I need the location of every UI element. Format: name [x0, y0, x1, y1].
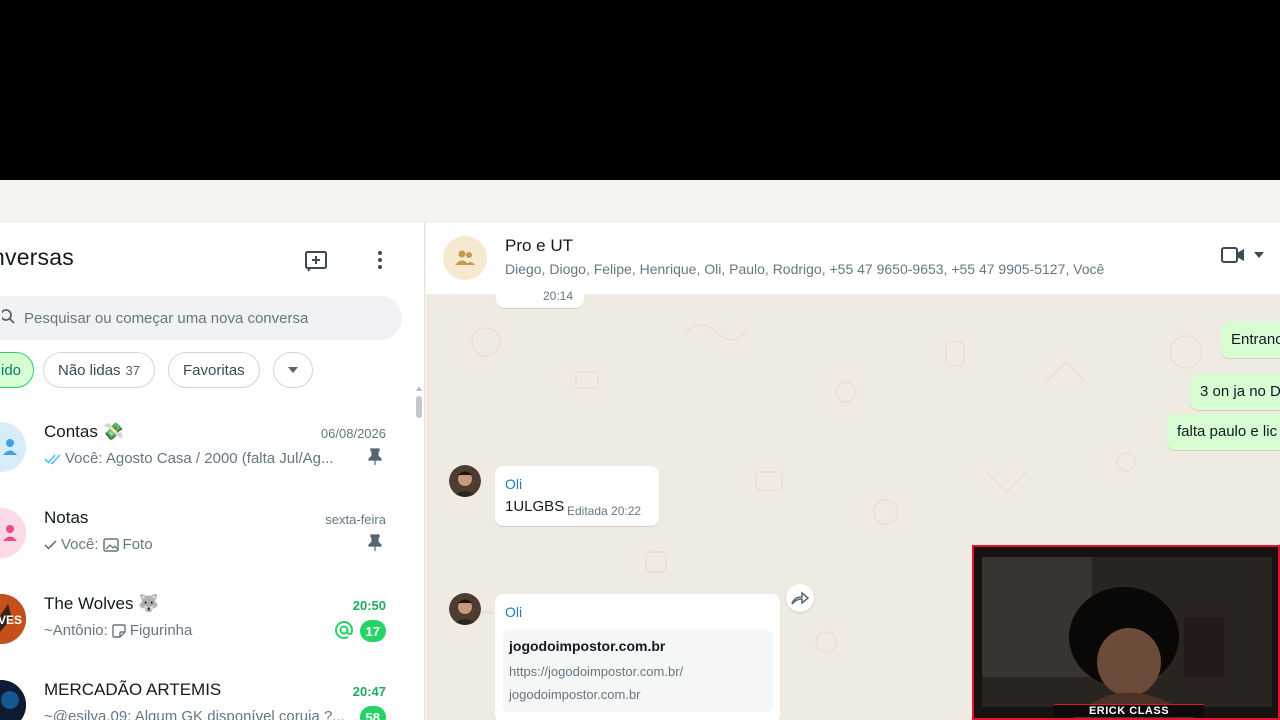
group-icon — [455, 250, 475, 265]
filter-label: ido — [1, 361, 22, 379]
search-input[interactable] — [24, 296, 384, 340]
message-bubble-outgoing: 3 on ja no D — [1190, 374, 1280, 410]
message-bubble-outgoing: Entranc — [1221, 322, 1280, 358]
message-time: 20:14 — [543, 289, 574, 303]
chat-time: 20:50 — [352, 598, 386, 613]
filter-label: Não lidas — [58, 361, 121, 379]
message-text: 3 on ja no D — [1200, 383, 1280, 400]
pin-icon — [368, 534, 382, 551]
chat-name: Contas 💸 — [44, 422, 124, 441]
chat-preview: Você: Foto — [44, 536, 356, 553]
video-camera-icon — [1221, 247, 1244, 263]
chat-time: 06/08/2026 — [320, 426, 386, 441]
preview-text: Você: — [61, 536, 99, 553]
unread-badge: 58 — [359, 706, 386, 720]
streamer-name-label: ERICK CLASS — [1054, 704, 1204, 717]
message-bubble-link: Oli jogodoimpostor.com.br https://jogodo… — [495, 594, 780, 720]
group-icon — [3, 439, 17, 455]
pin-icon — [368, 448, 382, 465]
link-preview-domain: jogodoimpostor.com.br — [509, 687, 641, 702]
message-sender[interactable]: Oli — [505, 604, 522, 620]
search-icon — [2, 309, 15, 324]
message-bubble-partial: 20:14 — [496, 282, 584, 308]
chat-list-scrollbar[interactable] — [416, 396, 422, 418]
message-sender[interactable]: Oli — [505, 476, 522, 492]
group-avatar[interactable] — [443, 236, 487, 280]
chat-time: sexta-feira — [325, 512, 386, 527]
chat-name: Notas — [44, 508, 89, 527]
profile-photo-icon — [449, 593, 481, 625]
filter-more-button[interactable] — [273, 352, 313, 388]
webcam-feed-image — [974, 547, 1278, 718]
new-chat-icon — [305, 251, 327, 272]
artemis-logo-icon — [0, 680, 26, 720]
sender-avatar[interactable] — [449, 465, 481, 497]
chat-preview: ~Antônio: Figurinha — [44, 622, 356, 639]
kebab-menu-icon — [378, 251, 382, 269]
link-preview-url[interactable]: https://jogodoimpostor.com.br/ — [509, 664, 683, 679]
photo-icon — [102, 537, 119, 552]
avatar — [0, 508, 26, 558]
avatar — [0, 680, 26, 720]
caret-down-icon — [1254, 252, 1264, 258]
forward-icon — [791, 591, 809, 605]
caret-down-icon — [288, 367, 298, 373]
webcam-overlay: ERICK CLASS — [972, 545, 1280, 720]
link-preview-card[interactable]: jogodoimpostor.com.br https://jogodoimpo… — [503, 630, 773, 712]
black-letterbox-bar — [0, 0, 1280, 180]
app-top-strip — [0, 180, 1280, 222]
mention-icon — [335, 621, 354, 640]
scroll-up-arrow[interactable] — [416, 386, 422, 391]
preview-media-label: Figurinha — [129, 622, 193, 639]
preview-text: ~Antônio: — [44, 622, 108, 639]
chat-row-the-wolves[interactable]: VES The Wolves 🐺 20:50 ~Antônio: Figurin… — [0, 576, 410, 662]
menu-button[interactable] — [366, 246, 394, 274]
chat-name: The Wolves 🐺 — [44, 594, 160, 613]
chat-row-contas[interactable]: Contas 💸 06/08/2026 Você: Agosto Casa / … — [0, 404, 410, 490]
chat-name: MERCADÃO ARTEMIS — [44, 680, 222, 699]
message-bubble-outgoing: falta paulo e lic — [1167, 414, 1280, 450]
avatar: VES — [0, 594, 26, 644]
filter-favorites-chip[interactable]: Favoritas — [168, 352, 260, 388]
filter-all-chip[interactable]: ido — [0, 352, 34, 388]
wolves-avatar-text: VES — [0, 613, 23, 627]
sender-avatar[interactable] — [449, 593, 481, 625]
group-icon — [3, 525, 17, 541]
message-text: Entranc — [1231, 331, 1280, 348]
chat-row-mercadao-artemis[interactable]: MERCADÃO ARTEMIS 20:47 ~@esilva.09: Algu… — [0, 662, 410, 720]
conversation-members: Diego, Diogo, Felipe, Henrique, Oli, Pau… — [505, 261, 1105, 277]
chat-preview: ~@esilva.09: Algum GK disponível coruja … — [44, 708, 356, 720]
profile-photo-icon — [449, 465, 481, 497]
chat-time: 20:47 — [352, 684, 386, 699]
message-bubble-incoming: Oli 1ULGBS Editada 20:22 — [495, 466, 659, 526]
message-text: falta paulo e lic — [1177, 423, 1278, 440]
unread-filter-count: 37 — [125, 362, 141, 378]
message-time: Editada 20:22 — [567, 504, 642, 518]
avatar — [0, 422, 26, 472]
panel-title: nversas — [0, 244, 74, 270]
chat-list-panel: nversas ido Não lidas — [0, 222, 425, 720]
unread-badge: 17 — [359, 620, 386, 642]
new-chat-button[interactable] — [303, 246, 331, 274]
video-call-button[interactable] — [1220, 246, 1264, 264]
chat-preview: Você: Agosto Casa / 2000 (falta Jul/Ag..… — [44, 450, 356, 467]
filter-label: Favoritas — [183, 361, 245, 379]
message-text: 1ULGBS — [505, 498, 565, 515]
preview-text: Você: Agosto Casa / 2000 (falta Jul/Ag..… — [65, 450, 334, 467]
search-bar[interactable] — [0, 296, 402, 340]
preview-media-label: Foto — [122, 536, 153, 553]
sticker-icon — [112, 623, 126, 638]
forward-button[interactable] — [786, 584, 814, 612]
chat-row-notas[interactable]: Notas sexta-feira Você: Foto — [0, 490, 410, 576]
single-check-icon — [44, 539, 57, 550]
preview-text: ~@esilva.09: Algum GK disponível coruja … — [44, 708, 345, 720]
conversation-title: Pro e UT — [505, 236, 574, 255]
filter-unread-chip[interactable]: Não lidas 37 — [43, 352, 156, 388]
double-check-icon — [44, 453, 61, 465]
link-preview-title: jogodoimpostor.com.br — [509, 638, 666, 654]
